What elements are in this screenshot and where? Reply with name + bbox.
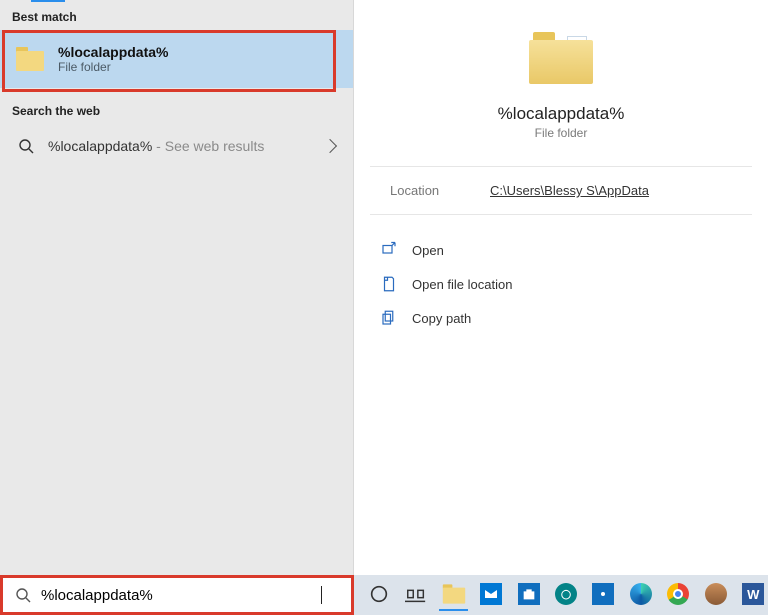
text-caret: [321, 586, 322, 604]
actions-list: Open Open file location Copy path: [354, 215, 768, 353]
search-input[interactable]: [41, 587, 321, 604]
task-view-button[interactable]: [401, 579, 430, 611]
search-input-container[interactable]: [0, 575, 354, 615]
folder-icon: [16, 47, 44, 71]
best-match-text: %localappdata% File folder: [58, 44, 168, 75]
mail-taskbar-button[interactable]: [476, 579, 505, 611]
open-icon: [380, 241, 398, 259]
web-result-suffix: - See web results: [152, 138, 264, 154]
best-match-title: %localappdata%: [58, 44, 168, 61]
chrome-taskbar-button[interactable]: [664, 579, 693, 611]
search-icon: [15, 587, 31, 603]
accent-bar: [31, 0, 65, 2]
web-result-row[interactable]: %localappdata% - See web results: [0, 124, 353, 168]
open-label: Open: [412, 243, 444, 258]
copy-path-label: Copy path: [412, 311, 471, 326]
best-match-result[interactable]: %localappdata% File folder: [0, 30, 353, 88]
search-results-panel: Best match %localappdata% File folder Se…: [0, 0, 354, 575]
search-icon: [18, 138, 34, 154]
open-action[interactable]: Open: [380, 233, 742, 267]
chevron-right-icon: [323, 139, 337, 153]
file-explorer-taskbar-button[interactable]: [439, 579, 468, 611]
settings-taskbar-button[interactable]: [589, 579, 618, 611]
best-match-label: Best match: [0, 0, 353, 30]
best-match-subtitle: File folder: [58, 60, 168, 74]
details-subtitle: File folder: [535, 126, 588, 140]
folder-icon-large: [529, 32, 593, 84]
taskbar: ◯ W: [354, 575, 768, 615]
cortana-button[interactable]: [364, 579, 393, 611]
copy-icon: [380, 309, 398, 327]
location-row: Location C:\Users\Blessy S\AppData: [370, 167, 752, 215]
open-location-icon: [380, 275, 398, 293]
store-taskbar-button[interactable]: [514, 579, 543, 611]
copy-path-action[interactable]: Copy path: [380, 301, 742, 335]
user-avatar-taskbar[interactable]: [701, 579, 730, 611]
details-title: %localappdata%: [498, 104, 625, 124]
web-result-query: %localappdata%: [48, 138, 152, 154]
location-label: Location: [390, 183, 490, 198]
open-file-location-action[interactable]: Open file location: [380, 267, 742, 301]
web-result-text: %localappdata% - See web results: [48, 138, 325, 154]
open-location-label: Open file location: [412, 277, 512, 292]
dell-taskbar-button[interactable]: ◯: [551, 579, 580, 611]
word-taskbar-button[interactable]: W: [739, 579, 768, 611]
location-path-link[interactable]: C:\Users\Blessy S\AppData: [490, 183, 649, 198]
details-panel: %localappdata% File folder Location C:\U…: [354, 0, 768, 575]
edge-taskbar-button[interactable]: [626, 579, 655, 611]
search-web-label: Search the web: [0, 88, 353, 124]
